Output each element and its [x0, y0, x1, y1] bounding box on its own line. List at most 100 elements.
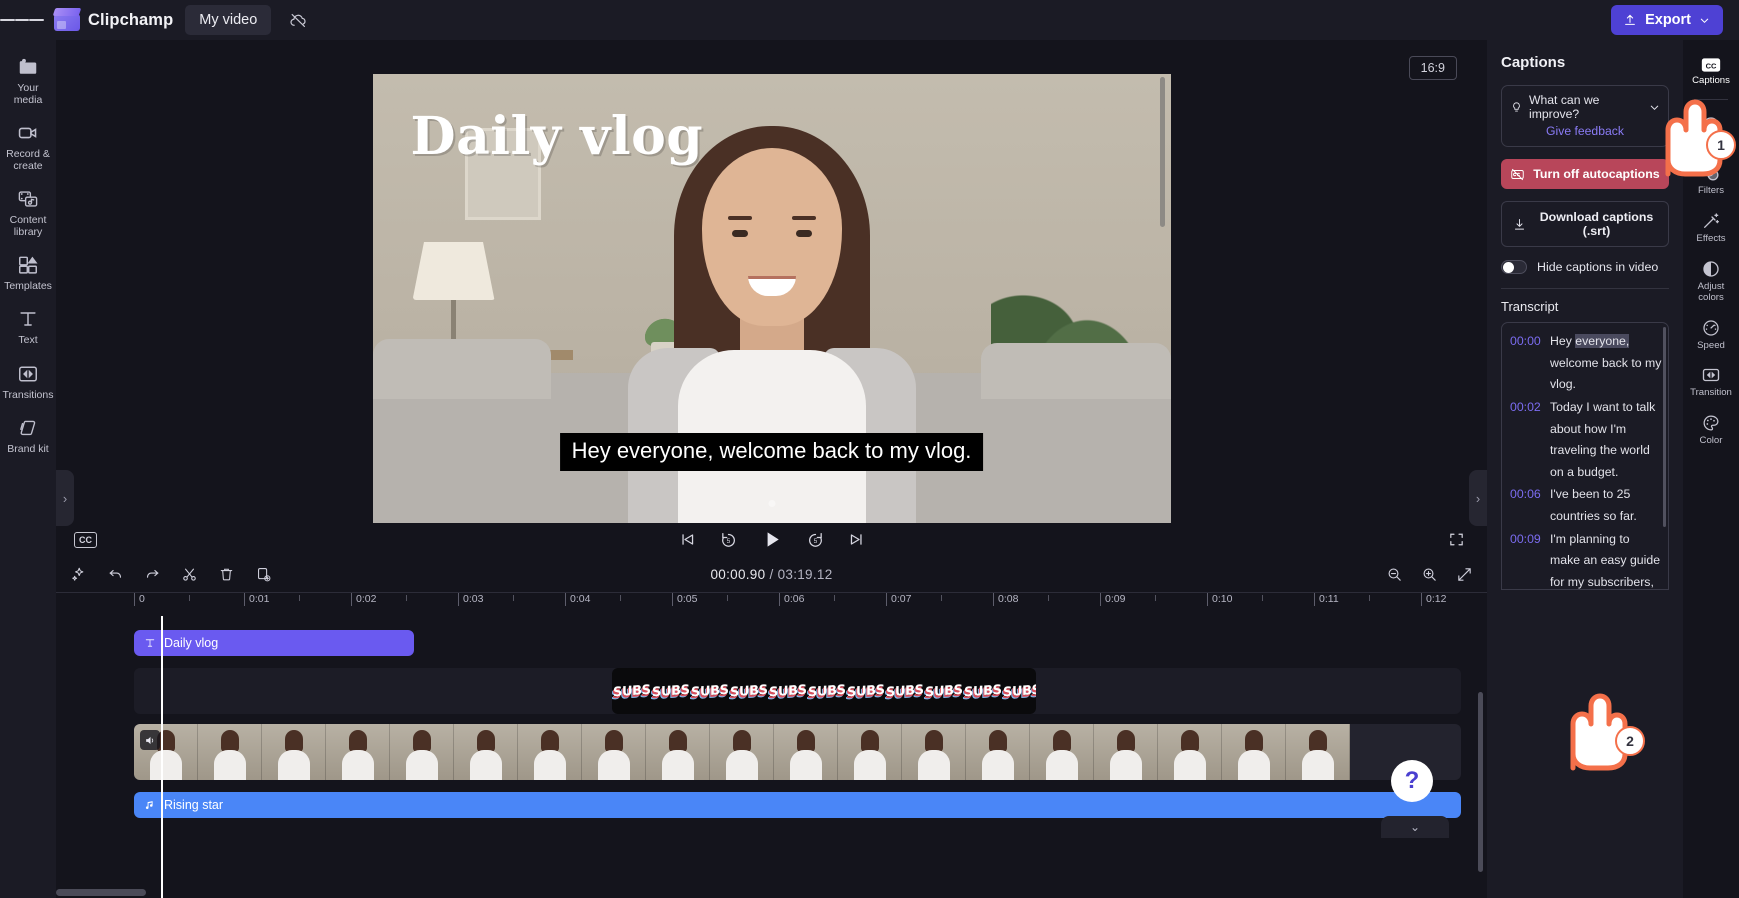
text-icon [145, 639, 155, 647]
mute-toggle-icon[interactable] [140, 730, 160, 750]
undo-button[interactable] [107, 566, 124, 583]
transcript-row[interactable]: 00:09 I'm planning to make an easy guide… [1510, 529, 1662, 589]
rail-item-color[interactable]: Color [1683, 406, 1739, 452]
split-scissors-button[interactable] [181, 566, 198, 583]
cc-toggle-button[interactable]: CC [74, 531, 97, 548]
rail-item-fade[interactable]: Fade [1683, 108, 1739, 154]
duplicate-button[interactable] [255, 566, 272, 583]
delete-button[interactable] [218, 566, 235, 583]
project-name-chip[interactable]: My video [185, 5, 272, 35]
rail-item-label: Transition [1690, 387, 1732, 399]
skip-forward-5-button[interactable]: 5 [805, 530, 825, 550]
sidebar-item-content-library[interactable]: Content library [0, 180, 56, 244]
sidebar-item-your-media[interactable]: Your media [0, 48, 56, 112]
play-button[interactable] [760, 528, 783, 551]
sidebar-item-label: Templates [4, 280, 52, 293]
ruler-tick: 0:10 [1207, 593, 1232, 606]
rail-item-filters[interactable]: Filters [1683, 156, 1739, 202]
transcript-row[interactable]: 00:06 I've been to 25 countries so far. [1510, 484, 1662, 527]
magic-tools-icon[interactable] [70, 566, 87, 583]
top-bar: Clipchamp My video Export [0, 0, 1739, 40]
rail-item-transition[interactable]: Transition [1683, 358, 1739, 404]
collapse-right-panel-handle[interactable]: › [1469, 470, 1487, 526]
sidebar-item-label: Content library [9, 214, 47, 239]
export-button[interactable]: Export [1611, 5, 1723, 35]
zoom-out-button[interactable] [1386, 566, 1403, 583]
transcript-timestamp[interactable]: 00:02 [1510, 397, 1544, 484]
sidebar-item-record-create[interactable]: Record & create [0, 114, 56, 178]
playhead[interactable] [161, 616, 163, 898]
transcript-row[interactable]: 00:00 Hey everyone, welcome back to my v… [1510, 331, 1662, 396]
cloud-offline-icon[interactable] [283, 5, 313, 35]
player-controls: CC 5 5 [56, 523, 1487, 556]
video-frame: Daily vlog Hey everyone, welcome back to… [372, 74, 1171, 523]
sidebar-item-transitions[interactable]: Transitions [0, 355, 56, 407]
clip-audio-rising-star[interactable]: Rising star [134, 792, 1461, 818]
timeline-horizontal-scrollbar[interactable] [56, 889, 146, 896]
rail-item-speed[interactable]: Speed [1683, 311, 1739, 357]
transcript-row[interactable]: 00:02 Today I want to talk about how I'm… [1510, 397, 1662, 484]
sidebar-item-text[interactable]: Text [0, 300, 56, 352]
transcript-timestamp[interactable]: 00:00 [1510, 331, 1544, 396]
total-time: 03:19.12 [777, 566, 833, 582]
ruler-tick: 0:08 [993, 593, 1018, 606]
rail-item-captions[interactable]: CC Captions [1683, 50, 1739, 92]
sidebar-item-brand-kit[interactable]: Brand kit [0, 409, 56, 461]
text-icon [20, 312, 36, 327]
transcript-timestamp[interactable]: 00:09 [1510, 529, 1544, 589]
scene-dot [768, 500, 775, 507]
ruler-tick: 0:02 [351, 593, 376, 606]
zoom-in-button[interactable] [1421, 566, 1438, 583]
speed-gauge-icon [1703, 319, 1719, 336]
redo-button[interactable] [144, 566, 161, 583]
transcript-scrollbar[interactable] [1663, 327, 1666, 527]
rail-item-effects[interactable]: Effects [1683, 204, 1739, 250]
collapse-preview-handle[interactable]: ⌄ [1381, 816, 1449, 838]
aspect-ratio-button[interactable]: 16:9 [1408, 56, 1457, 80]
time-separator: / [765, 566, 778, 582]
transcript-text[interactable]: Hey everyone, welcome back to my vlog. [1550, 331, 1662, 396]
scene-decor [1159, 77, 1165, 227]
sidebar-item-templates[interactable]: Templates [0, 246, 56, 298]
hide-captions-toggle[interactable] [1501, 260, 1527, 274]
transcript-list[interactable]: 00:00 Hey everyone, welcome back to my v… [1501, 322, 1669, 590]
caption-overlay[interactable]: Hey everyone, welcome back to my vlog. [559, 433, 984, 471]
skip-back-5-button[interactable]: 5 [718, 530, 738, 550]
ruler-tick-minor [406, 595, 411, 601]
ruler-tick: 0:03 [458, 593, 483, 606]
jump-start-button[interactable] [677, 530, 696, 549]
music-note-icon [145, 801, 153, 809]
sidebar-item-label: Your media [13, 82, 43, 107]
expand-left-panel-handle[interactable]: › [56, 470, 74, 526]
turn-off-autocaptions-button[interactable]: Turn off autocaptions [1501, 159, 1669, 189]
jump-end-button[interactable] [847, 530, 866, 549]
chevron-down-icon [1700, 18, 1709, 23]
clip-text-daily-vlog[interactable]: Daily vlog [134, 630, 414, 656]
feedback-box[interactable]: What can we improve? Give feedback [1501, 85, 1669, 147]
ruler-tick-minor [189, 595, 194, 601]
fullscreen-button[interactable] [1448, 531, 1465, 548]
menu-hamburger-icon[interactable] [0, 0, 45, 40]
timeline-ruler[interactable]: 0 0:01 0:02 0:03 0:04 0:05 0:06 0:07 0:0… [56, 592, 1487, 616]
timeline: 00:00.90 / 03:19.12 0 0:01 0:02 0:03 0:0… [56, 556, 1487, 898]
video-title-overlay[interactable]: Daily vlog [411, 106, 704, 167]
clip-video-main[interactable] [134, 724, 1461, 780]
transcript-text[interactable]: I'm planning to make an easy guide for m… [1550, 529, 1662, 589]
give-feedback-link[interactable]: Give feedback [1510, 124, 1660, 138]
transcript-text[interactable]: Today I want to talk about how I'm trave… [1550, 397, 1662, 484]
hide-captions-toggle-row[interactable]: Hide captions in video [1501, 260, 1669, 274]
ruler-tick-minor [1369, 595, 1374, 601]
download-captions-button[interactable]: Download captions (.srt) [1501, 201, 1669, 247]
fit-to-timeline-button[interactable] [1456, 566, 1473, 583]
media-folder-icon [19, 58, 37, 74]
transcript-text[interactable]: I've been to 25 countries so far. [1550, 484, 1662, 527]
timeline-vertical-scrollbar[interactable] [1478, 692, 1483, 872]
ruler-tick-minor [513, 595, 518, 601]
rail-item-label: Color [1699, 435, 1723, 447]
clip-subscribe-sticker[interactable]: SUBS SUBS SUBS SUBS SUBS SUBS SUBS SUBS … [612, 668, 1036, 714]
video-preview[interactable]: Daily vlog Hey everyone, welcome back to… [372, 74, 1171, 523]
export-label: Export [1645, 12, 1691, 28]
help-button[interactable]: ? [1391, 760, 1433, 802]
transcript-timestamp[interactable]: 00:06 [1510, 484, 1544, 527]
rail-item-adjust-colors[interactable]: Adjust colors [1683, 252, 1739, 309]
